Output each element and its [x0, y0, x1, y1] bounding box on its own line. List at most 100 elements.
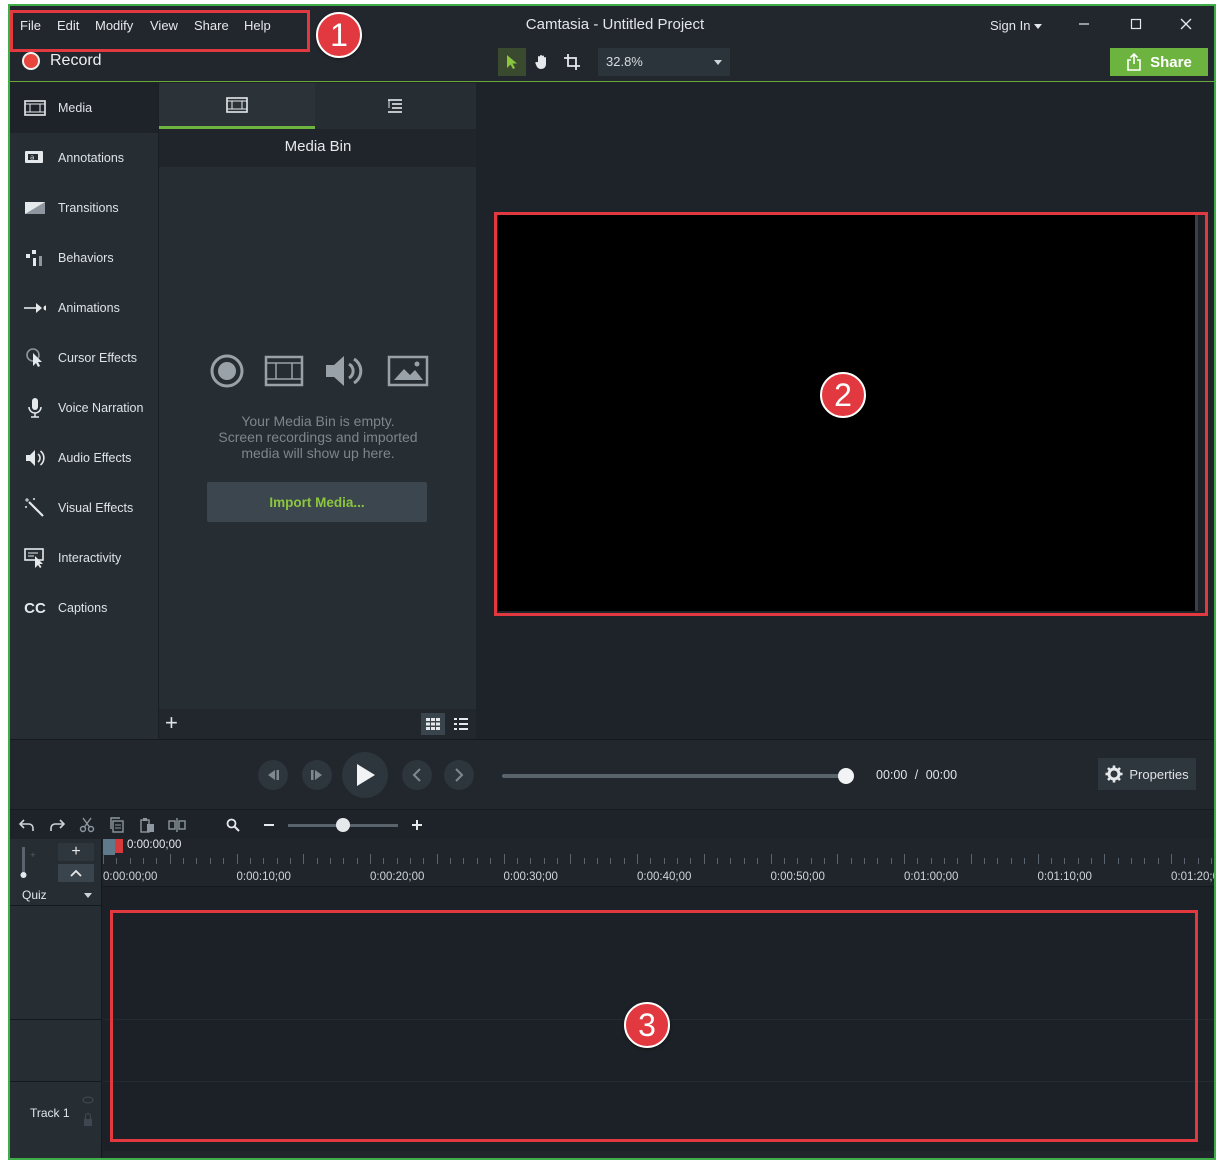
tab-library[interactable]	[317, 83, 473, 129]
ruler-tick	[970, 854, 972, 864]
ruler-tick	[703, 854, 705, 864]
ruler-tick	[143, 858, 145, 864]
ruler-tick	[1050, 858, 1052, 864]
time-ruler[interactable]: 0:00:00;00 0:00:00;00 0:00:10;00 0:00:20;0…	[103, 839, 1214, 887]
maximize-button[interactable]	[1116, 12, 1156, 36]
copy-button[interactable]	[106, 814, 128, 836]
ruler-tick	[863, 858, 865, 864]
film-icon	[226, 96, 248, 113]
play-button[interactable]	[342, 752, 388, 798]
ruler-tick-label: 0:00:50;00	[770, 871, 825, 883]
ruler-tick	[837, 854, 839, 864]
split-button[interactable]	[166, 814, 188, 836]
playhead-marker[interactable]	[115, 839, 123, 853]
cut-button[interactable]	[76, 814, 98, 836]
record-button[interactable]: Record	[22, 52, 102, 70]
add-track-button[interactable]: +	[58, 843, 94, 861]
sidebar-item-behaviors[interactable]: Behaviors	[10, 233, 158, 283]
zoom-to-fit-button[interactable]	[222, 814, 244, 836]
tab-media-bin[interactable]	[159, 83, 315, 129]
chevron-left-icon	[412, 768, 421, 782]
transition-icon	[24, 197, 46, 219]
crop-tool-button[interactable]	[558, 48, 586, 76]
ruler-tick	[596, 858, 598, 864]
ruler-tick	[1104, 854, 1106, 864]
timeline-zoom-handle[interactable]	[336, 818, 350, 832]
grid-view-button[interactable]	[421, 713, 445, 735]
track-divider	[10, 905, 102, 906]
hand-tool-button[interactable]	[528, 48, 556, 76]
sidebar-item-visual-effects[interactable]: Visual Effects	[10, 483, 158, 533]
share-icon	[1127, 53, 1141, 71]
pointer-tool-button[interactable]	[498, 48, 526, 76]
microphone-icon	[24, 397, 46, 419]
timeline-scrollbar[interactable]	[103, 1151, 1214, 1158]
redo-button[interactable]	[46, 814, 68, 836]
add-media-button[interactable]: +	[165, 711, 178, 735]
ruler-tick	[997, 858, 999, 864]
media-bin-empty-message: Your Media Bin is empty. Screen recordin…	[189, 413, 447, 461]
import-media-button[interactable]: Import Media...	[207, 482, 427, 522]
ruler-tick	[1144, 858, 1146, 864]
sign-in-button[interactable]: Sign In	[990, 18, 1043, 33]
paste-button[interactable]	[136, 814, 158, 836]
timeline-toolbar	[10, 809, 1214, 839]
play-icon	[357, 764, 375, 786]
ruler-tick	[463, 858, 465, 864]
track-height-slider-icon[interactable]: +	[20, 845, 44, 879]
ruler-tick-label: 0:00:00;00	[103, 871, 158, 883]
close-icon	[1180, 18, 1192, 30]
magic-wand-icon	[24, 497, 46, 519]
zoom-in-button[interactable]	[406, 814, 428, 836]
previous-marker-button[interactable]	[402, 760, 432, 790]
ruler-tick	[823, 858, 825, 864]
sidebar-item-media[interactable]: Media	[10, 83, 158, 133]
sidebar-item-captions[interactable]: CC Captions	[10, 583, 158, 633]
ruler-tick	[677, 858, 679, 864]
ruler-tick	[610, 858, 612, 864]
quiz-track-toggle[interactable]: Quiz	[10, 885, 102, 905]
playback-scrubber[interactable]	[502, 774, 846, 778]
ruler-tick	[957, 858, 959, 864]
zoom-select[interactable]: 32.8%	[598, 48, 730, 76]
sidebar-item-animations[interactable]: Animations	[10, 283, 158, 333]
close-button[interactable]	[1166, 12, 1206, 36]
share-button[interactable]: Share	[1110, 48, 1208, 76]
record-label: Record	[50, 52, 102, 69]
properties-button[interactable]: Properties	[1098, 758, 1196, 790]
ruler-tick	[129, 858, 131, 864]
ruler-tick	[850, 858, 852, 864]
audio-media-icon	[325, 356, 362, 386]
current-time: 00:00	[876, 768, 908, 782]
sidebar-item-interactivity[interactable]: Interactivity	[10, 533, 158, 583]
ruler-tick	[209, 858, 211, 864]
sidebar-item-annotations[interactable]: a Annotations	[10, 133, 158, 183]
minimize-button[interactable]	[1064, 12, 1104, 36]
collapse-tracks-button[interactable]	[58, 864, 94, 882]
track-divider	[10, 1081, 102, 1082]
next-marker-button[interactable]	[444, 760, 474, 790]
sidebar-item-cursor-effects[interactable]: Cursor Effects	[10, 333, 158, 383]
scrubber-handle[interactable]	[838, 768, 854, 784]
step-back-button[interactable]	[258, 760, 288, 790]
list-view-button[interactable]	[449, 713, 473, 735]
playhead-handle[interactable]	[103, 839, 115, 855]
track-visibility-icon[interactable]	[82, 1095, 94, 1131]
step-forward-button[interactable]	[302, 760, 332, 790]
sidebar-item-voice-narration[interactable]: Voice Narration	[10, 383, 158, 433]
sidebar-item-label: Animations	[58, 301, 120, 315]
sidebar-item-audio-effects[interactable]: Audio Effects	[10, 433, 158, 483]
pointer-icon	[507, 55, 517, 69]
ruler-tick	[1064, 858, 1066, 864]
undo-button[interactable]	[16, 814, 38, 836]
ruler-tick	[757, 858, 759, 864]
zoom-out-button[interactable]	[258, 814, 280, 836]
scissors-icon	[79, 817, 95, 833]
animation-icon	[24, 297, 46, 319]
quiz-label: Quiz	[22, 888, 47, 902]
ruler-tick	[436, 854, 438, 864]
sidebar-item-transitions[interactable]: Transitions	[10, 183, 158, 233]
ruler-tick-label: 0:01:00;00	[904, 871, 959, 883]
annotation-icon: a	[24, 147, 46, 169]
ruler-tick	[249, 858, 251, 864]
